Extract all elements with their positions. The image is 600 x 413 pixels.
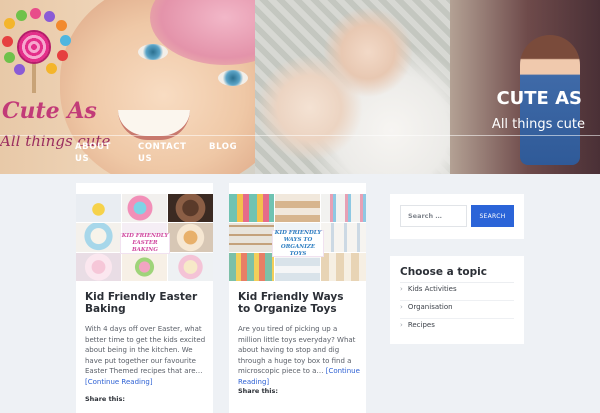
nav-label-line: CONTACT	[138, 142, 187, 152]
site-header: Cute As All things cute CUTE AS All thin…	[0, 0, 600, 174]
image-caption-line: WAYS TO	[283, 236, 313, 243]
nav-label-line: US	[138, 154, 153, 164]
image-tile	[229, 252, 274, 281]
search-button[interactable]: SEARCH	[471, 205, 514, 227]
image-tile	[229, 194, 274, 223]
topic-label: Kids Activities	[407, 285, 457, 293]
topic-divider	[400, 318, 514, 319]
post-card: KID FRIENDLY EASTER BAKING Kid Friendly E…	[76, 183, 213, 413]
logo-candy-dot	[56, 20, 67, 31]
image-tile	[122, 252, 167, 281]
topic-link-kids-activities[interactable]: › Kids Activities	[400, 285, 457, 293]
site-logo[interactable]	[0, 8, 82, 93]
share-label: Share this:	[238, 387, 279, 395]
image-tile	[275, 194, 320, 223]
logo-lollipop-stick	[32, 63, 36, 93]
logo-candy-dot	[60, 35, 71, 46]
logo-candy-dot	[16, 10, 27, 21]
chevron-right-icon: ›	[400, 285, 403, 293]
topic-divider	[400, 300, 514, 301]
logo-candy-dot	[4, 18, 15, 29]
nav-item-about-us[interactable]: ABOUT US	[75, 141, 111, 165]
topics-widget: Choose a topic › Kids Activities › Organ…	[390, 256, 524, 344]
post-title[interactable]: Kid Friendly Easter Baking	[85, 291, 205, 315]
nav-divider	[0, 135, 600, 136]
post-card: KID FRIENDLY WAYS TO ORGANIZE TOYS Kid Fri…	[229, 183, 366, 413]
topic-label: Recipes	[407, 321, 435, 329]
chevron-right-icon: ›	[400, 303, 403, 311]
topic-link-organisation[interactable]: › Organisation	[400, 303, 453, 311]
logo-candy-dot	[44, 11, 55, 22]
continue-reading-link[interactable]: [Continue Reading]	[85, 378, 153, 386]
logo-candy-dot	[14, 64, 25, 75]
image-tile	[321, 194, 366, 223]
widget-divider	[400, 282, 514, 283]
image-caption-badge: KID FRIENDLY WAYS TO ORGANIZE TOYS	[272, 230, 324, 257]
post-title[interactable]: Kid Friendly Ways to Organize Toys	[238, 291, 358, 315]
post-featured-image[interactable]: KID FRIENDLY WAYS TO ORGANIZE TOYS	[229, 194, 366, 281]
nav-item-contact-us[interactable]: CONTACT US	[138, 141, 187, 165]
widget-title: Choose a topic	[400, 266, 487, 278]
image-tile	[168, 194, 213, 223]
nav-label-line: BLOG	[209, 142, 238, 152]
share-label: Share this:	[85, 395, 126, 403]
image-caption-line: KID FRIENDLY	[274, 229, 322, 236]
nav-item-blog[interactable]: BLOG	[209, 141, 237, 153]
post-featured-image[interactable]: KID FRIENDLY EASTER BAKING	[76, 194, 213, 281]
header-photo-eye-right	[218, 70, 248, 86]
image-tile	[168, 223, 213, 252]
image-tile	[76, 252, 121, 281]
logo-text: Cute As	[2, 98, 97, 124]
logo-candy-dot	[30, 8, 41, 19]
header-photo-eye-left	[138, 44, 168, 60]
site-tagline: All things cute	[491, 117, 585, 132]
image-caption-line: EASTER BAKING	[132, 240, 158, 253]
image-caption-line: ORGANIZE TOYS	[280, 243, 316, 257]
logo-candy-dot	[46, 63, 57, 74]
topic-label: Organisation	[407, 303, 453, 311]
post-excerpt-text: With 4 days off over Easter, what better…	[85, 325, 206, 375]
lollipop-icon	[17, 30, 51, 64]
image-tile	[321, 252, 366, 281]
post-excerpt: Are you tired of picking up a million li…	[238, 324, 360, 387]
image-caption-line: KID FRIENDLY	[121, 233, 169, 239]
logo-candy-dot	[2, 36, 13, 47]
topic-link-recipes[interactable]: › Recipes	[400, 321, 435, 329]
image-tile	[122, 194, 167, 223]
logo-candy-dot	[57, 50, 68, 61]
image-tile	[321, 223, 366, 252]
header-photo-babies	[255, 0, 450, 174]
post-excerpt: With 4 days off over Easter, what better…	[85, 324, 207, 387]
image-tile	[76, 194, 121, 223]
image-tile	[76, 223, 121, 252]
nav-label-line: ABOUT	[75, 142, 111, 152]
image-tile	[229, 223, 274, 252]
site-title[interactable]: CUTE AS	[496, 88, 582, 109]
logo-candy-dot	[4, 52, 15, 63]
nav-label-line: US	[75, 154, 90, 164]
search-widget: Search … SEARCH	[390, 194, 524, 239]
image-caption-badge: KID FRIENDLY EASTER BAKING	[120, 233, 170, 254]
image-tile	[168, 252, 213, 281]
search-input[interactable]: Search …	[400, 205, 467, 227]
chevron-right-icon: ›	[400, 321, 403, 329]
